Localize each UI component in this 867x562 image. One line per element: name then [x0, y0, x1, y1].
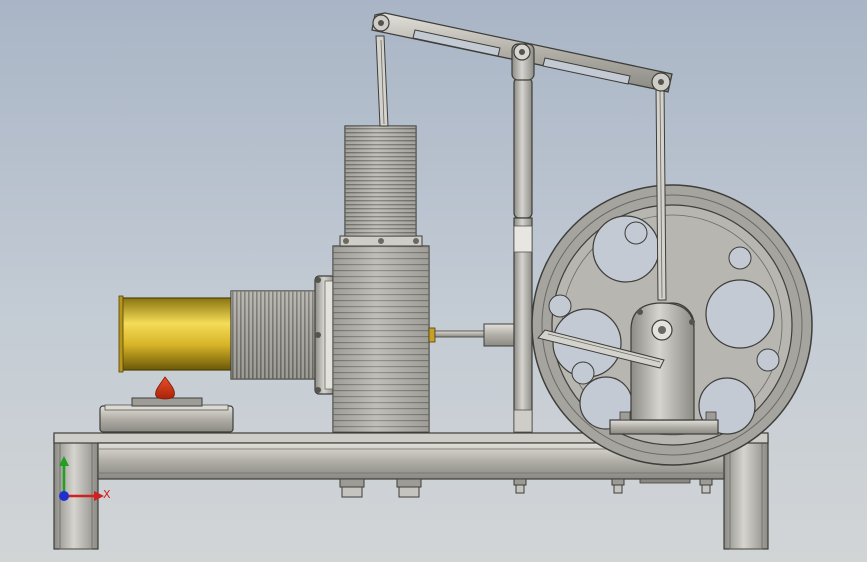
guide-post[interactable] — [513, 77, 533, 433]
flame — [155, 376, 175, 400]
cylinder-flange[interactable] — [314, 275, 336, 395]
graphics-viewport[interactable]: X — [0, 0, 867, 562]
brass-cylinder[interactable] — [118, 295, 234, 373]
mounting-bolts[interactable] — [339, 478, 713, 498]
beam-pivot-column[interactable] — [511, 43, 535, 81]
burner-dish[interactable] — [99, 397, 234, 433]
finned-heat-exchanger[interactable] — [230, 290, 318, 380]
model-view[interactable]: X — [0, 0, 867, 562]
x-axis-label: X — [103, 488, 111, 501]
power-cylinder[interactable] — [344, 125, 417, 237]
main-cylinder-block[interactable] — [332, 235, 436, 433]
displacer-rod[interactable] — [434, 323, 515, 347]
